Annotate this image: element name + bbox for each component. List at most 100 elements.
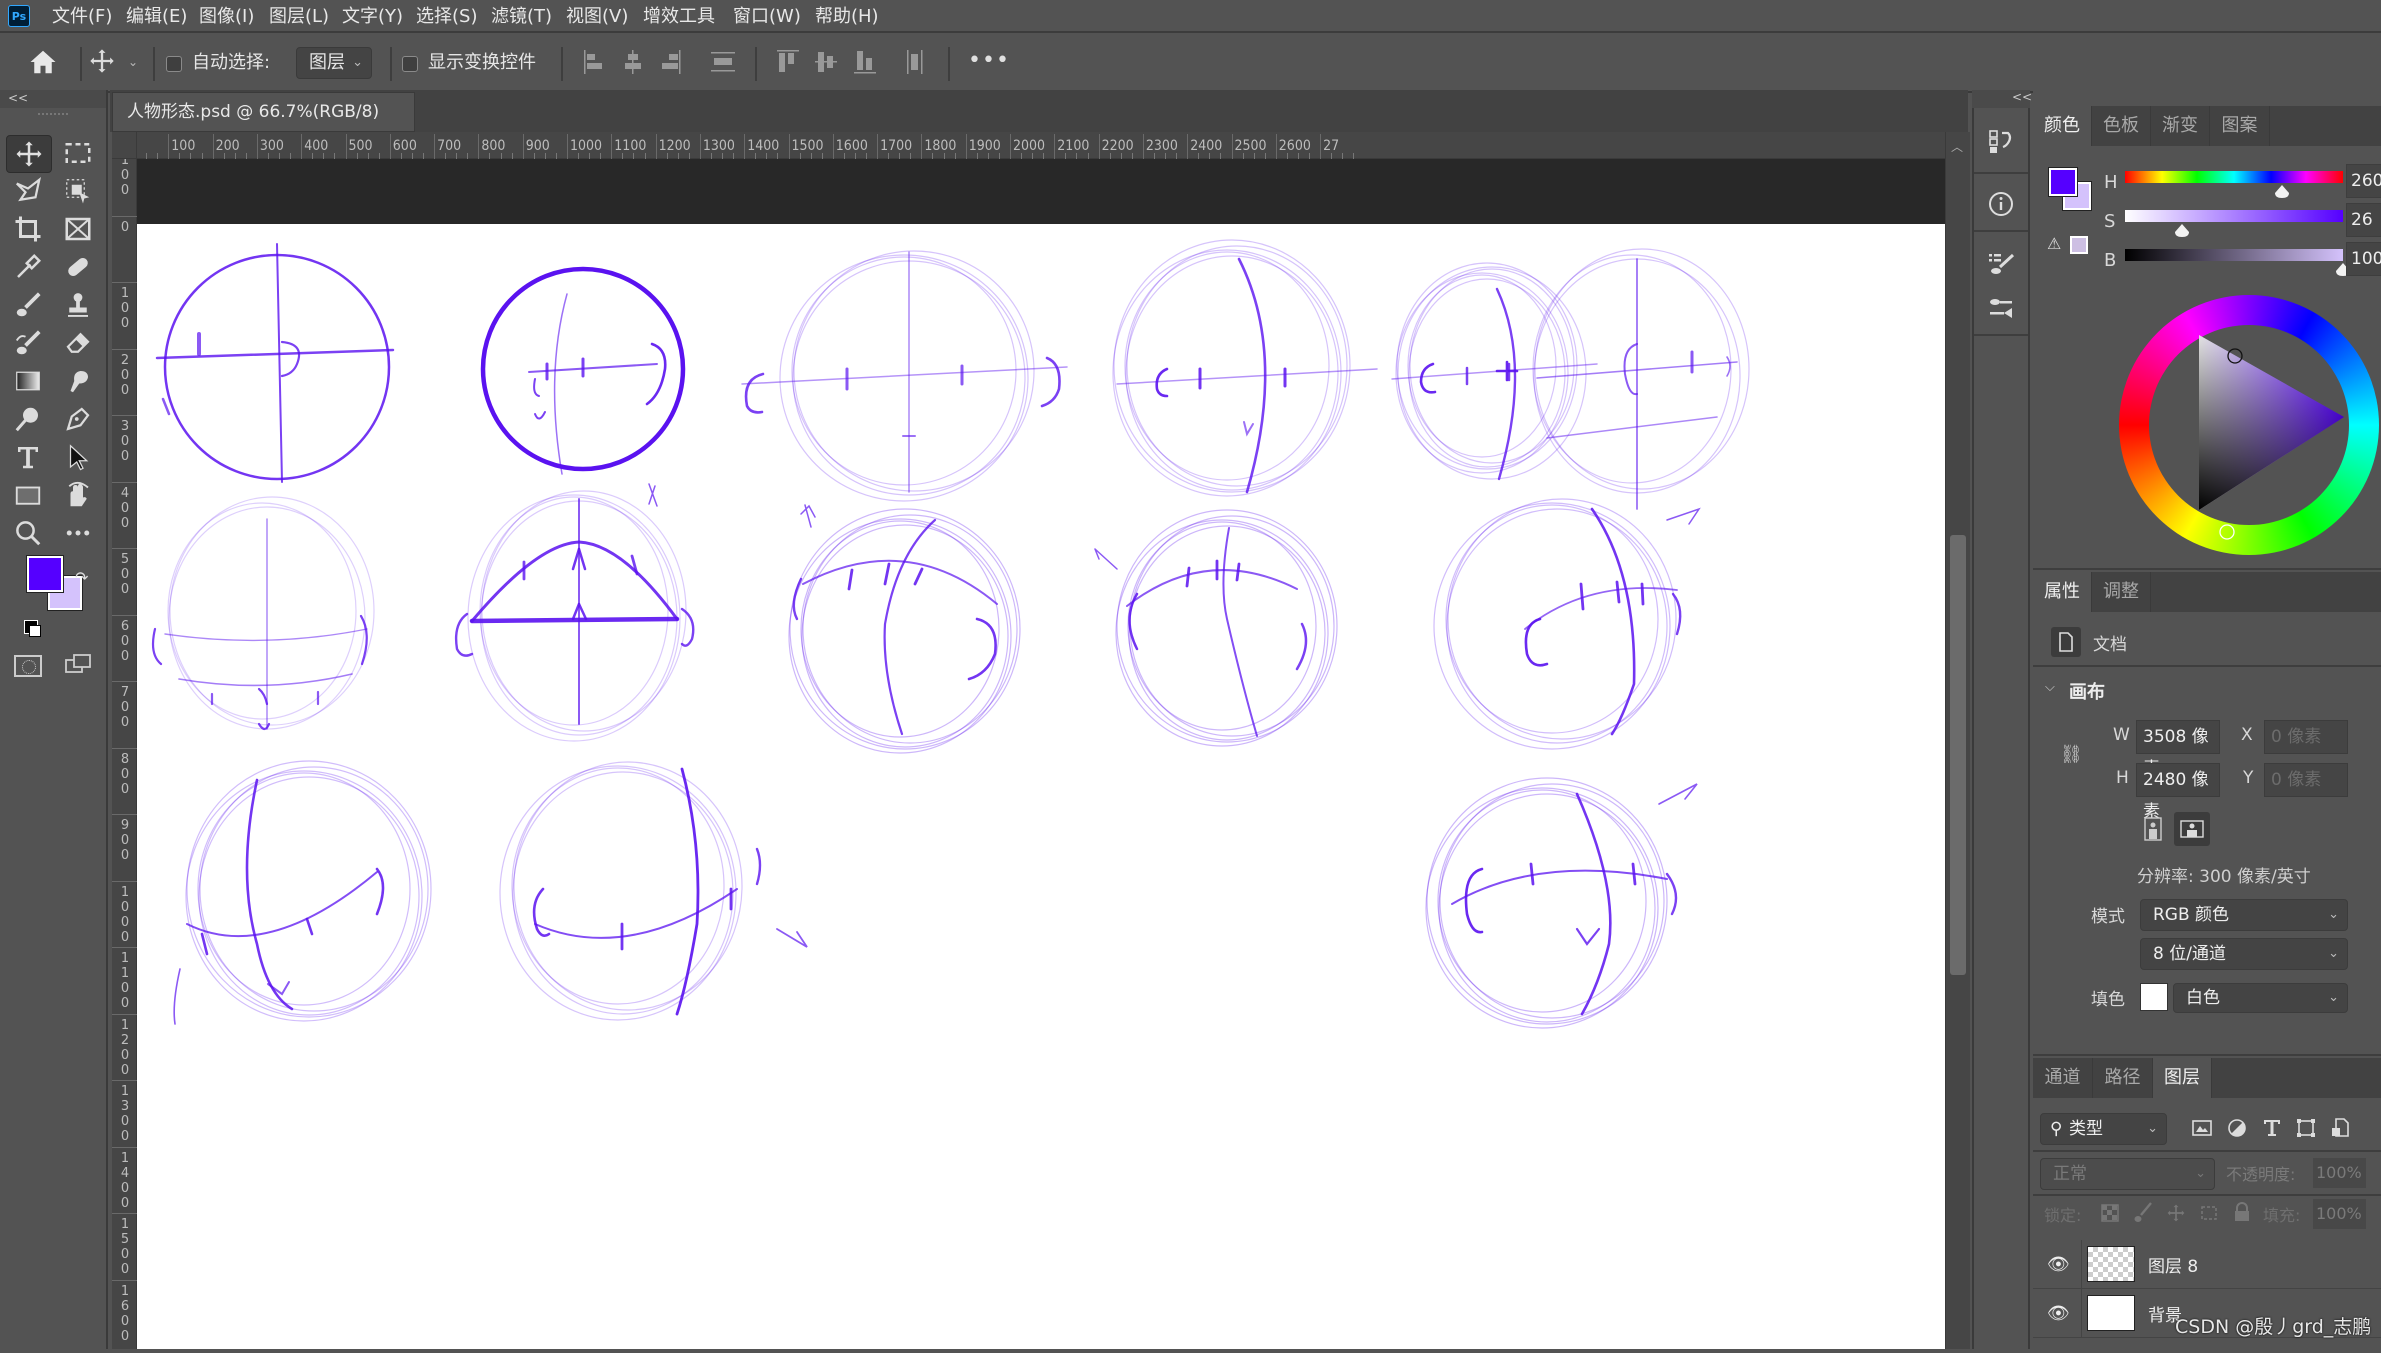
saturation-value-field[interactable]: 26	[2346, 203, 2381, 237]
collapse-tools-button[interactable]: <<	[8, 91, 28, 105]
align-left-icon[interactable]	[583, 49, 605, 75]
scroll-up-icon[interactable]: ︿	[1951, 138, 1963, 155]
brightness-slider[interactable]	[2125, 249, 2343, 261]
tab-adjustments[interactable]: 调整	[2092, 572, 2151, 612]
lock-image-pixels-icon[interactable]	[2133, 1202, 2153, 1224]
tab-color[interactable]: 颜色	[2033, 106, 2092, 146]
pen-tool[interactable]	[56, 401, 100, 437]
home-button[interactable]	[28, 47, 58, 79]
bit-depth-dropdown[interactable]: 8 位/通道 ⌄	[2140, 938, 2348, 970]
filter-smart-objects-icon[interactable]	[2330, 1118, 2350, 1138]
history-brush-tool[interactable]	[6, 325, 50, 361]
hue-slider[interactable]	[2125, 171, 2343, 183]
menu-window[interactable]: 窗口(W)	[733, 0, 801, 33]
align-top-icon[interactable]	[776, 49, 800, 75]
link-dimensions-icon[interactable]: ⛓	[2060, 744, 2083, 765]
more-options-button[interactable]: •••	[968, 48, 1010, 73]
foreground-color-swatch[interactable]	[26, 555, 64, 593]
tab-gradients[interactable]: 渐变	[2151, 106, 2210, 146]
hue-value-field[interactable]: 260	[2346, 164, 2381, 198]
layer-name[interactable]: 图层 8	[2148, 1252, 2198, 1277]
panel-foreground-swatch[interactable]	[2048, 167, 2078, 197]
visibility-eye-icon[interactable]: 👁	[2047, 1254, 2070, 1275]
type-tool[interactable]	[6, 439, 50, 475]
vertical-scrollbar-thumb[interactable]	[1950, 535, 1966, 975]
layer-filter-dropdown[interactable]: ⚲ 类型 ⌄	[2040, 1113, 2167, 1145]
menu-edit[interactable]: 编辑(E)	[126, 0, 187, 33]
crop-tool[interactable]	[6, 211, 50, 247]
y-field[interactable]: 0 像素	[2264, 763, 2348, 797]
lock-position-icon[interactable]	[2166, 1203, 2186, 1223]
horizontal-ruler[interactable]: 0100200300400500600700800900100011001200…	[112, 132, 1945, 159]
out-of-gamut-warning-icon[interactable]: ⚠	[2047, 234, 2061, 253]
tab-layers[interactable]: 图层	[2153, 1058, 2212, 1098]
color-wheel[interactable]	[2119, 295, 2379, 555]
vertical-ruler[interactable]: 100 0 100 200 300 400 500 600 700 800 900 1000 1100 1…	[112, 149, 137, 1349]
quick-mask-button[interactable]	[14, 655, 42, 677]
fill-color-dropdown[interactable]: 白色 ⌄	[2173, 983, 2348, 1013]
distribute-vertical-icon[interactable]	[710, 49, 736, 75]
smudge-tool[interactable]	[56, 363, 100, 399]
align-right-icon[interactable]	[660, 49, 682, 75]
layer-row[interactable]: 👁 图层 8	[2033, 1240, 2381, 1289]
dodge-tool[interactable]	[6, 401, 50, 437]
saturation-brightness-triangle[interactable]	[2119, 295, 2379, 555]
screen-mode-button[interactable]	[64, 652, 94, 678]
brightness-value-field[interactable]: 100	[2346, 242, 2381, 276]
tab-paths[interactable]: 路径	[2093, 1058, 2153, 1098]
preset-chevron-icon[interactable]: ⌄	[128, 55, 138, 69]
filter-pixel-layers-icon[interactable]	[2192, 1118, 2212, 1138]
lock-artboard-icon[interactable]	[2199, 1203, 2219, 1223]
menu-filter[interactable]: 滤镜(T)	[491, 0, 552, 33]
x-field[interactable]: 0 像素	[2264, 720, 2348, 754]
menu-image[interactable]: 图像(I)	[199, 0, 254, 33]
healing-brush-tool[interactable]	[56, 249, 100, 285]
menu-file[interactable]: 文件(F)	[52, 0, 112, 33]
gradient-tool[interactable]	[6, 363, 50, 399]
frame-tool[interactable]	[56, 211, 100, 247]
height-field[interactable]: 2480 像素	[2136, 763, 2220, 822]
menu-plugins[interactable]: 增效工具	[643, 0, 715, 33]
portrait-orientation-button[interactable]	[2141, 816, 2165, 842]
clone-stamp-tool[interactable]	[56, 287, 100, 323]
auto-select-checkbox[interactable]	[166, 56, 182, 72]
rectangle-tool[interactable]	[6, 477, 50, 513]
canvas-section-chevron-icon[interactable]: ⌵	[2045, 680, 2055, 695]
hue-slider-thumb[interactable]	[2274, 184, 2290, 203]
collapse-panels-button[interactable]: <<	[2012, 90, 2032, 104]
align-horizontal-center-icon[interactable]	[622, 49, 644, 75]
brush-tool[interactable]	[6, 287, 50, 323]
ruler-origin[interactable]	[112, 132, 137, 159]
info-panel-button[interactable]	[1974, 180, 2028, 228]
menu-view[interactable]: 视图(V)	[566, 0, 628, 33]
eraser-tool[interactable]	[56, 325, 100, 361]
lock-all-icon[interactable]	[2233, 1202, 2251, 1222]
move-tool[interactable]	[6, 135, 52, 173]
tab-patterns[interactable]: 图案	[2210, 106, 2270, 146]
distribute-horizontal-icon[interactable]	[906, 49, 924, 75]
edit-toolbar-button[interactable]	[56, 515, 100, 551]
visibility-eye-icon[interactable]: 👁	[2047, 1303, 2070, 1324]
lock-transparent-pixels-icon[interactable]	[2101, 1204, 2119, 1222]
filter-adjustment-layers-icon[interactable]	[2227, 1118, 2247, 1138]
color-mode-dropdown[interactable]: RGB 颜色 ⌄	[2140, 899, 2348, 931]
filter-type-layers-icon[interactable]	[2262, 1118, 2282, 1138]
menu-type[interactable]: 文字(Y)	[342, 0, 403, 33]
rotate-view-tool[interactable]	[56, 477, 100, 513]
fill-color-swatch[interactable]	[2140, 983, 2168, 1011]
brushes-panel-button[interactable]	[1974, 284, 2028, 332]
brush-settings-button[interactable]	[1974, 240, 2028, 288]
blend-mode-dropdown[interactable]: 正常 ⌄	[2040, 1158, 2215, 1190]
move-tool-preset[interactable]	[88, 47, 120, 79]
opacity-field[interactable]: 100%	[2313, 1158, 2366, 1188]
filter-shape-layers-icon[interactable]	[2296, 1118, 2316, 1138]
align-bottom-icon[interactable]	[853, 49, 877, 75]
auto-select-target-dropdown[interactable]: 图层 ⌄	[296, 47, 372, 79]
canvas-section-title[interactable]: 画布	[2069, 678, 2105, 704]
marquee-tool[interactable]	[56, 135, 100, 171]
tab-swatches[interactable]: 色板	[2092, 106, 2151, 146]
tools-grip[interactable]	[38, 113, 68, 119]
document-tab[interactable]: 人物形态.psd @ 66.7%(RGB/8) *×	[112, 92, 415, 160]
canvas[interactable]	[137, 224, 1945, 1349]
menu-layer[interactable]: 图层(L)	[269, 0, 329, 33]
